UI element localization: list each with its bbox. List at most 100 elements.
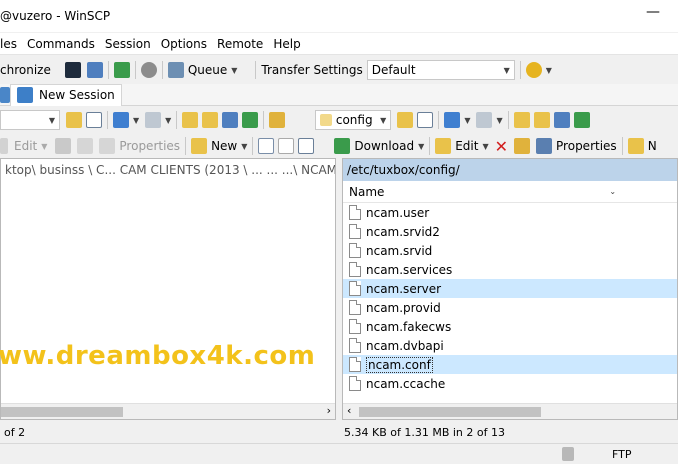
file-icon [349,262,361,277]
list-item[interactable]: ncam.services [343,260,677,279]
scroll-right-icon[interactable]: › [327,404,331,417]
select-all-icon[interactable] [258,138,275,154]
rename-icon[interactable] [77,138,94,154]
scrollbar-thumb[interactable] [1,407,123,417]
parent-dir-icon[interactable] [182,112,199,128]
gear-icon[interactable] [140,62,157,78]
remote-file-list[interactable]: ncam.user ncam.srvid2 ncam.srvid ncam.se… [343,203,677,393]
synchronize-button[interactable]: chronize [0,63,51,77]
chevron-down-icon[interactable]: ▼ [165,116,171,125]
refresh-icon[interactable] [242,112,259,128]
root-dir-icon[interactable] [533,112,550,128]
chevron-down-icon[interactable]: ▼ [133,116,139,125]
chevron-down-icon[interactable]: ▼ [464,116,470,125]
home-icon[interactable] [222,112,239,128]
list-item-selected[interactable]: ncam.server [343,279,677,298]
new-session-icon [17,87,33,103]
root-dir-icon[interactable] [202,112,219,128]
name-column-header[interactable]: Name ⌄ [343,181,677,203]
toolbar-separator [161,61,163,79]
chevron-down-icon[interactable]: ▼ [231,66,237,75]
remote-dir-select[interactable]: config ▼ [315,110,392,130]
toolbar-separator [185,137,187,155]
find-files-icon[interactable] [269,112,286,128]
filter-icon[interactable] [298,138,315,154]
local-new-button[interactable]: New [211,139,237,153]
download-icon [334,138,351,154]
properties-icon [536,138,553,154]
forward-icon[interactable] [145,112,162,128]
delete-icon[interactable] [55,138,72,154]
list-item[interactable]: ncam.provid [343,298,677,317]
remote-properties-button[interactable]: Properties [556,139,617,153]
list-item[interactable]: ncam.ccache [343,374,677,393]
tab-new-session[interactable]: New Session [10,83,122,106]
chevron-down-icon[interactable]: ▼ [418,142,424,151]
list-item[interactable]: ncam.dvbapi [343,336,677,355]
delete-icon[interactable]: ✕ [495,137,508,156]
back-icon[interactable] [113,112,129,128]
column-name: Name [349,184,385,199]
file-name: ncam.fakecws [366,319,452,334]
chevron-down-icon[interactable]: ▼ [482,142,488,151]
remote-path-bar[interactable]: /etc/tuxbox/config/ [343,159,677,181]
queue-button[interactable]: Queue [188,63,227,77]
menu-help[interactable]: Help [273,37,300,51]
refresh-icon[interactable] [573,112,590,128]
menu-remote[interactable]: Remote [217,37,263,51]
local-properties-button[interactable]: Properties [119,139,180,153]
local-panel: ktop\ businss \ C... CAM CLIENTS (2013 \… [0,158,336,420]
console-icon[interactable] [64,62,81,78]
menu-files[interactable]: les [0,37,17,51]
filter-icon[interactable] [417,112,434,128]
download-button[interactable]: Download [354,139,414,153]
menu-commands[interactable]: Commands [27,37,95,51]
remote-horizontal-scrollbar[interactable]: ‹ [343,403,677,419]
chevron-down-icon[interactable]: ▼ [496,116,502,125]
toolbar-separator [429,137,431,155]
menu-options[interactable]: Options [161,37,207,51]
remote-status: 5.34 KB of 1.31 MB in 2 of 13 [344,425,505,439]
putty-icon[interactable] [86,62,103,78]
scroll-left-icon[interactable]: ‹ [347,404,351,417]
session-tab-bar: New Session [0,83,678,106]
open-folder-icon[interactable] [397,112,414,128]
unselect-icon[interactable] [278,138,295,154]
tab-new-session-label: New Session [39,88,115,102]
chevron-down-icon[interactable]: ▼ [241,142,247,151]
local-edit-button[interactable]: Edit [14,139,37,153]
local-horizontal-scrollbar[interactable]: › [1,403,335,419]
minimize-button[interactable]: — [646,4,660,20]
menu-session[interactable]: Session [105,37,151,51]
local-path-bar[interactable]: ktop\ businss \ C... CAM CLIENTS (2013 \… [1,159,335,181]
list-item[interactable]: ncam.srvid2 [343,222,677,241]
forward-icon[interactable] [476,112,493,128]
transfer-settings-select[interactable]: Default ▼ [366,60,515,80]
list-item[interactable]: ncam.srvid [343,241,677,260]
list-item[interactable]: ncam.user [343,203,677,222]
chevron-down-icon[interactable]: ▼ [546,66,552,75]
refresh-icon[interactable] [113,62,130,78]
open-folder-icon[interactable] [66,112,82,128]
globe-icon[interactable] [525,62,542,78]
queue-icon[interactable] [167,62,184,78]
remote-new-button[interactable]: N [648,139,657,153]
file-icon [349,357,361,372]
file-icon [349,300,361,315]
toolbar-separator [621,137,623,155]
home-icon[interactable] [553,112,570,128]
connection-status-bar: FTP [0,443,678,464]
remote-dir-value: config [335,113,373,127]
filter-icon[interactable] [86,112,102,128]
list-item-focused[interactable]: ncam.conf [343,355,677,374]
local-dir-select[interactable]: ▼ [0,110,60,130]
list-item[interactable]: ncam.fakecws [343,317,677,336]
remote-panel: /etc/tuxbox/config/ Name ⌄ ncam.user nca… [342,158,678,420]
chevron-down-icon[interactable]: ▼ [41,142,47,151]
back-icon[interactable] [444,112,461,128]
remote-edit-button[interactable]: Edit [455,139,478,153]
parent-dir-icon[interactable] [513,112,530,128]
session-icon[interactable] [0,86,10,103]
scrollbar-thumb[interactable] [359,407,541,417]
rename-icon[interactable] [514,138,531,154]
